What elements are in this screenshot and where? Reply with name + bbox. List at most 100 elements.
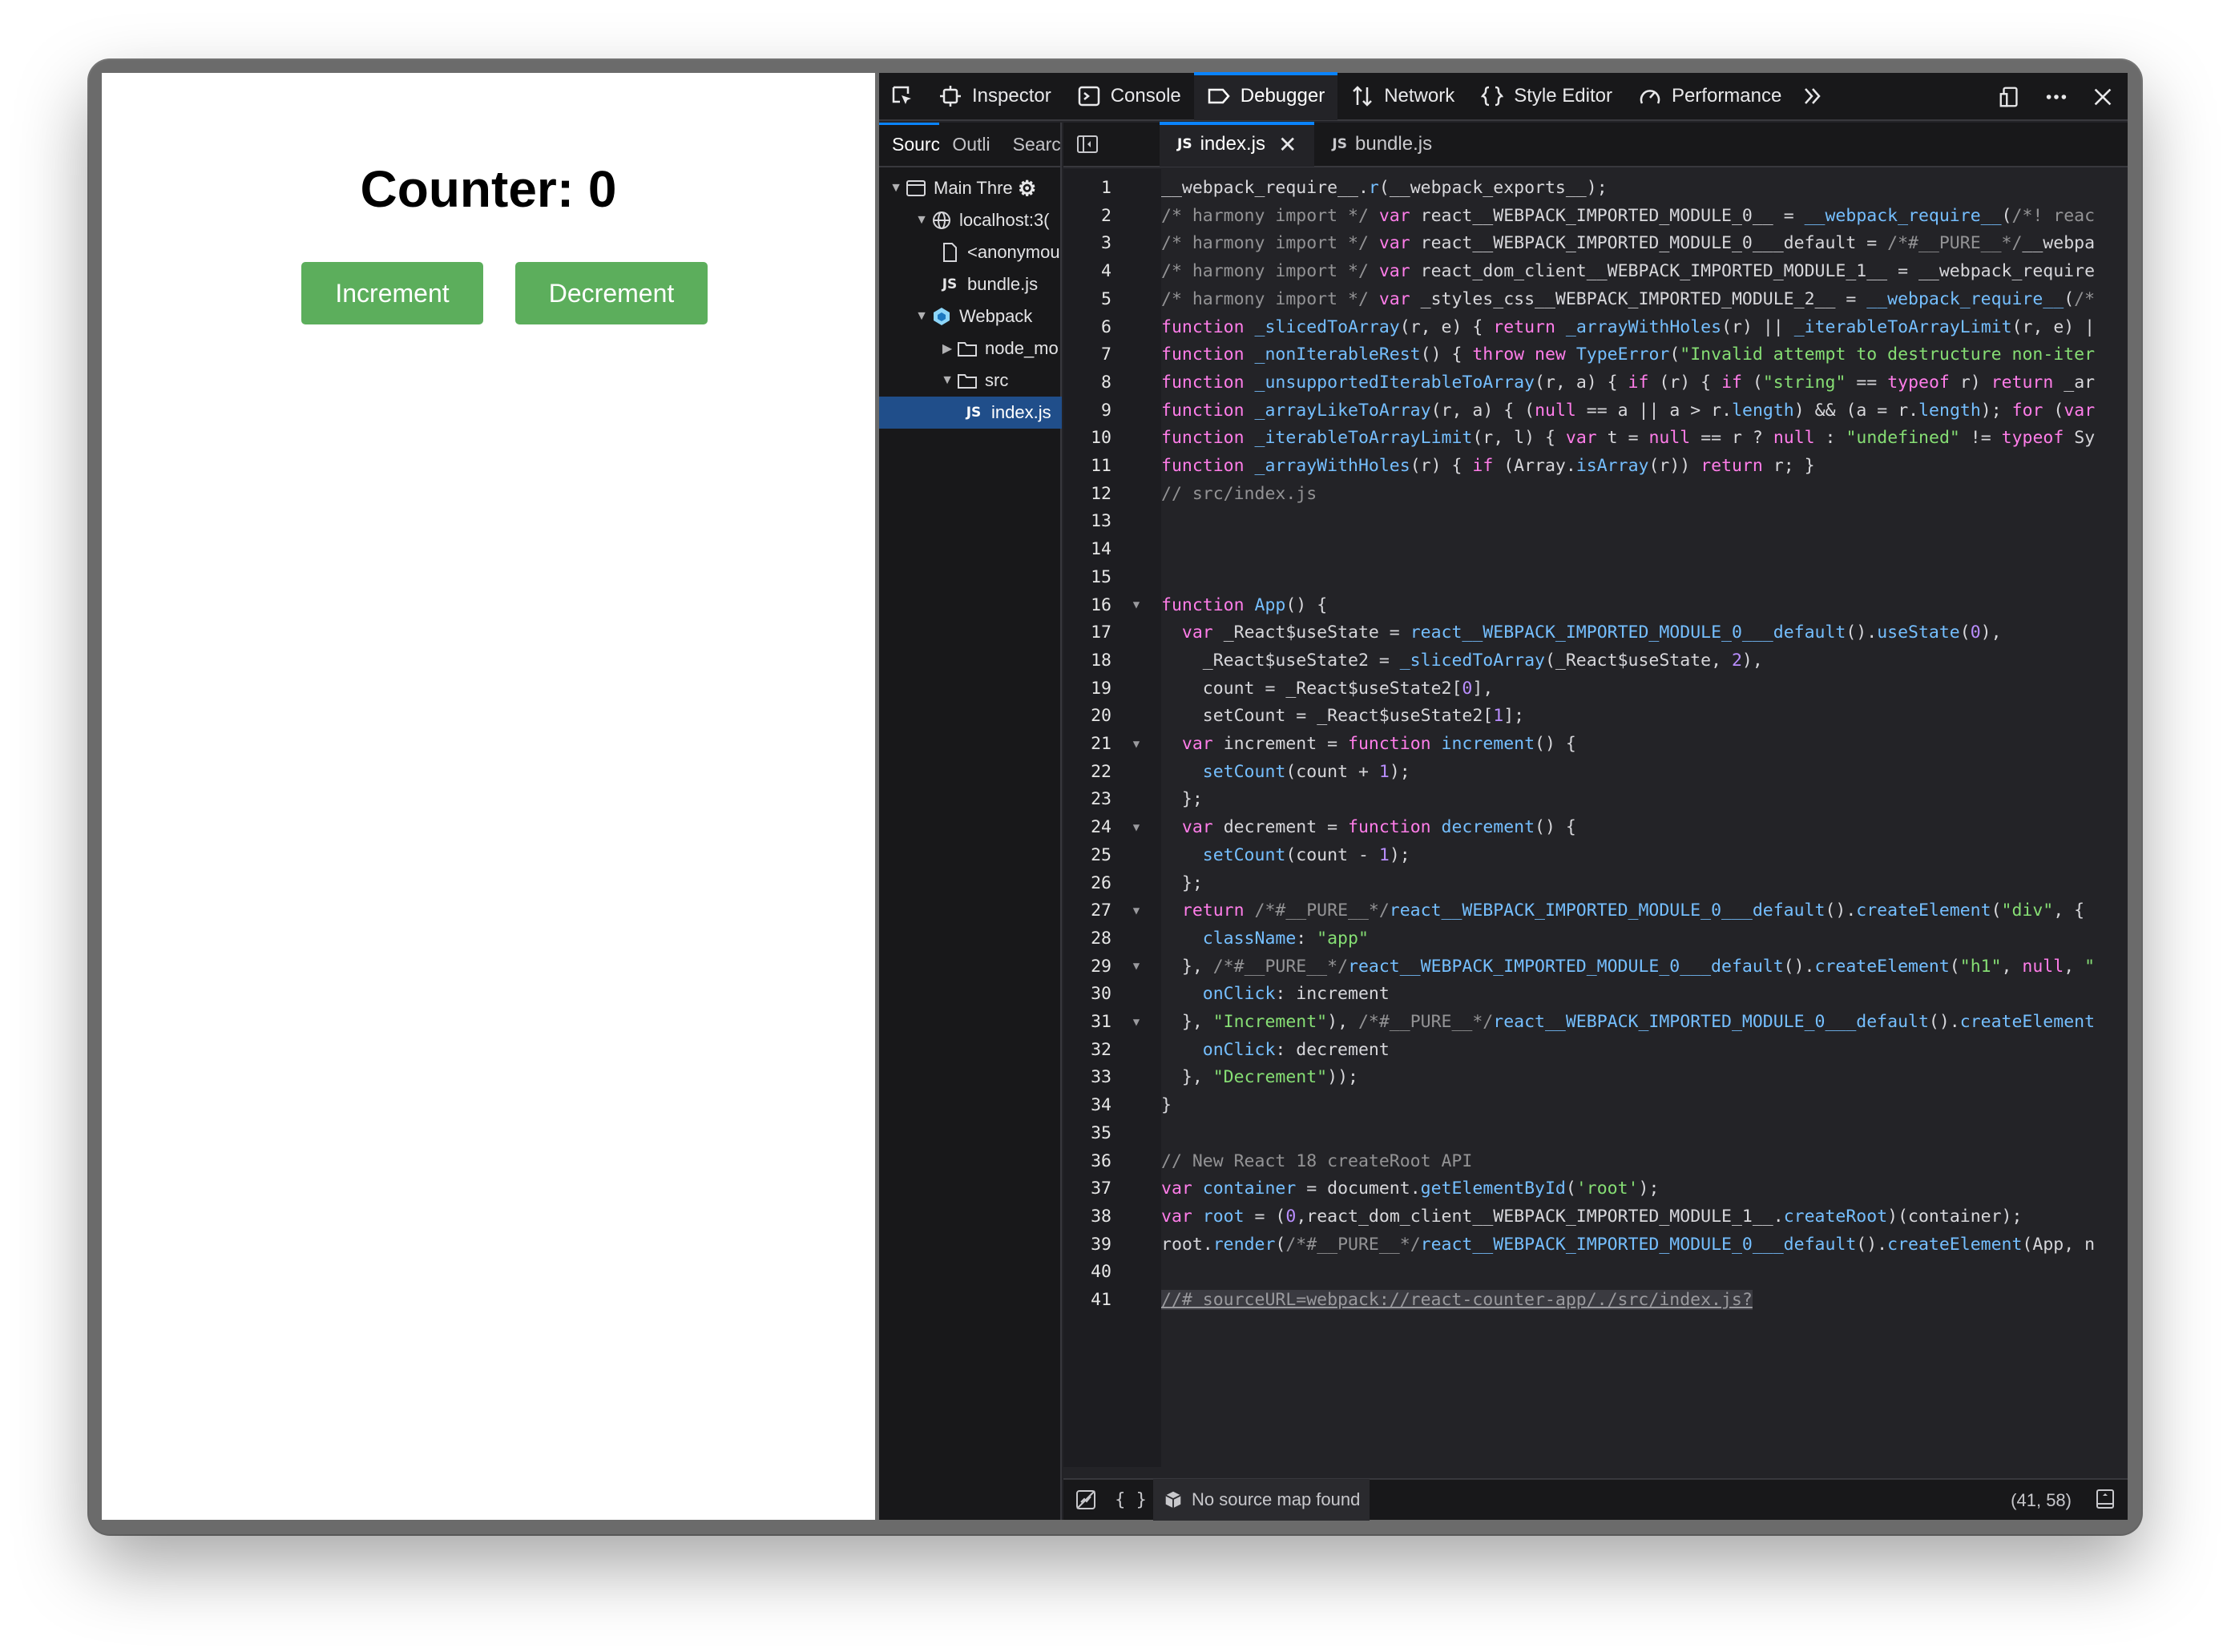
code-line[interactable]: 12 // src/index.js <box>1063 481 2128 506</box>
line-number[interactable]: 5 <box>1063 289 1111 309</box>
line-number[interactable]: 10 <box>1063 428 1111 448</box>
line-number[interactable]: 3 <box>1063 233 1111 253</box>
fold-toggle-icon[interactable]: ▼ <box>1111 738 1161 751</box>
fold-toggle-icon[interactable]: ▼ <box>1111 821 1161 834</box>
code-line[interactable]: 34} <box>1063 1093 2128 1118</box>
line-number[interactable]: 28 <box>1063 929 1111 949</box>
code-line[interactable]: 22 setCount(count + 1); <box>1063 760 2128 784</box>
code-line[interactable]: 4 /* harmony import */ var react_dom_clie… <box>1063 259 2128 284</box>
editor-tab-index-js[interactable]: JS index.js ✕ <box>1160 122 1315 167</box>
code-line[interactable]: 2 /* harmony import */ var react__WEBPACK… <box>1063 203 2128 228</box>
line-number[interactable]: 14 <box>1063 539 1111 559</box>
code-line[interactable]: 39 root.render(/*#__PURE__*/react__WEBPAC… <box>1063 1232 2128 1257</box>
tab-debugger[interactable]: Debugger <box>1193 72 1338 120</box>
code-editor[interactable]: 1 __webpack_require__.r(__webpack_exports… <box>1063 169 2128 1467</box>
element-picker-button[interactable] <box>879 72 926 120</box>
line-number[interactable]: 7 <box>1063 345 1111 365</box>
line-number[interactable]: 1 <box>1063 178 1111 198</box>
line-number[interactable]: 41 <box>1063 1290 1111 1310</box>
tree-item-main-thread[interactable]: ▼ Main Thre ⚙ <box>879 172 1062 204</box>
fold-toggle-icon[interactable]: ▼ <box>1111 960 1161 973</box>
code-line[interactable]: 30 onClick: increment <box>1063 981 2128 1006</box>
code-line[interactable]: 11 function _arrayWithHoles(r) { if (Arra… <box>1063 453 2128 478</box>
line-number[interactable]: 36 <box>1063 1151 1111 1171</box>
decrement-button[interactable]: Decrement <box>515 262 708 324</box>
tab-performance[interactable]: Performance <box>1625 72 1794 120</box>
line-number[interactable]: 4 <box>1063 261 1111 281</box>
code-line[interactable]: 31 ▼ }, "Increment"), /*#__PURE__*/react_… <box>1063 1009 2128 1034</box>
line-number[interactable]: 8 <box>1063 373 1111 393</box>
code-line[interactable]: 24 ▼ var decrement = function decrement()… <box>1063 815 2128 840</box>
line-number[interactable]: 12 <box>1063 484 1111 504</box>
tree-item-node-modules[interactable]: ▶ node_mo <box>879 332 1062 365</box>
tab-style-editor[interactable]: Style Editor <box>1467 72 1625 120</box>
code-line[interactable]: 18 _React$useState2 = _slicedToArray(_Re… <box>1063 648 2128 673</box>
code-line[interactable]: 15 <box>1063 565 2128 590</box>
source-map-status[interactable]: No source map found <box>1153 1479 1370 1521</box>
tree-item-webpack[interactable]: ▼ Webpack <box>879 300 1062 332</box>
line-number[interactable]: 11 <box>1063 456 1111 476</box>
tab-sources[interactable]: Sourc <box>879 123 940 166</box>
line-number[interactable]: 31 <box>1063 1012 1111 1032</box>
line-number[interactable]: 16 <box>1063 595 1111 615</box>
tab-search[interactable]: Searc <box>1000 123 1060 166</box>
code-line[interactable]: 36 // New React 18 createRoot API <box>1063 1149 2128 1174</box>
code-line[interactable]: 29 ▼ }, /*#__PURE__*/react__WEBPACK_IMPOR… <box>1063 954 2128 979</box>
more-options-icon[interactable] <box>2044 85 2068 109</box>
code-line[interactable]: 35 <box>1063 1121 2128 1146</box>
code-line[interactable]: 26 }; <box>1063 871 2128 896</box>
code-line[interactable]: 21 ▼ var increment = function increment()… <box>1063 731 2128 756</box>
line-number[interactable]: 25 <box>1063 845 1111 865</box>
tab-network[interactable]: Network <box>1337 72 1467 120</box>
close-icon[interactable]: ✕ <box>1278 131 1297 158</box>
close-devtools-icon[interactable] <box>2091 85 2115 109</box>
line-number[interactable]: 32 <box>1063 1040 1111 1060</box>
code-line[interactable]: 28 className: "app" <box>1063 926 2128 951</box>
code-line[interactable]: 33 }, "Decrement")); <box>1063 1065 2128 1090</box>
line-number[interactable]: 30 <box>1063 984 1111 1004</box>
code-line[interactable]: 1 __webpack_require__.r(__webpack_exports… <box>1063 175 2128 200</box>
code-line[interactable]: 9 function _arrayLikeToArray(r, a) { (nul… <box>1063 398 2128 423</box>
code-line[interactable]: 38 var root = (0,react_dom_client__WEBPAC… <box>1063 1204 2128 1229</box>
line-number[interactable]: 35 <box>1063 1123 1111 1143</box>
line-number[interactable]: 24 <box>1063 817 1111 837</box>
line-number[interactable]: 27 <box>1063 901 1111 921</box>
line-number[interactable]: 34 <box>1063 1095 1111 1115</box>
code-line[interactable]: 17 var _React$useState = react__WEBPACK_… <box>1063 620 2128 645</box>
line-number[interactable]: 9 <box>1063 401 1111 421</box>
code-line[interactable]: 16 ▼ function App() { <box>1063 593 2128 618</box>
line-number[interactable]: 29 <box>1063 957 1111 977</box>
code-line[interactable]: 6 function _slicedToArray(r, e) { return … <box>1063 315 2128 340</box>
code-line[interactable]: 37 var container = document.getElementByI… <box>1063 1176 2128 1201</box>
tree-item-bundle-js[interactable]: JS bundle.js <box>879 268 1062 300</box>
code-line[interactable]: 10 function _iterableToArrayLimit(r, l) {… <box>1063 425 2128 450</box>
code-line[interactable]: 14 <box>1063 537 2128 562</box>
code-line[interactable]: 25 setCount(count - 1); <box>1063 843 2128 868</box>
code-line[interactable]: 5 /* harmony import */ var _styles_css__W… <box>1063 287 2128 312</box>
toggle-sidebar-button[interactable] <box>1063 122 1111 167</box>
code-line[interactable]: 7 function _nonIterableRest() { throw new… <box>1063 342 2128 367</box>
code-line[interactable]: 13 <box>1063 509 2128 534</box>
fold-toggle-icon[interactable]: ▼ <box>1111 905 1161 917</box>
code-line[interactable]: 23 }; <box>1063 787 2128 812</box>
line-number[interactable]: 39 <box>1063 1235 1111 1255</box>
line-number[interactable]: 18 <box>1063 651 1111 671</box>
line-number[interactable]: 38 <box>1063 1207 1111 1227</box>
line-number[interactable]: 22 <box>1063 762 1111 782</box>
fold-toggle-icon[interactable]: ▼ <box>1111 1016 1161 1029</box>
line-number[interactable]: 2 <box>1063 206 1111 226</box>
code-line[interactable]: 3 /* harmony import */ var react__WEBPACK… <box>1063 231 2128 256</box>
line-number[interactable]: 6 <box>1063 317 1111 337</box>
line-number[interactable]: 23 <box>1063 789 1111 809</box>
editor-tab-bundle-js[interactable]: JS bundle.js <box>1314 122 1450 167</box>
line-number[interactable]: 20 <box>1063 706 1111 726</box>
line-number[interactable]: 21 <box>1063 734 1111 754</box>
more-tools-button[interactable] <box>1794 72 1831 120</box>
dock-toggle-icon[interactable] <box>1998 85 2022 109</box>
line-number[interactable]: 37 <box>1063 1179 1111 1199</box>
line-number[interactable]: 26 <box>1063 873 1111 893</box>
line-number[interactable]: 40 <box>1063 1262 1111 1282</box>
gear-icon[interactable]: ⚙ <box>1016 176 1039 200</box>
code-line[interactable]: 20 setCount = _React$useState2[1]; <box>1063 703 2128 728</box>
toggle-secondary-pane-button[interactable] <box>2094 1488 2116 1515</box>
